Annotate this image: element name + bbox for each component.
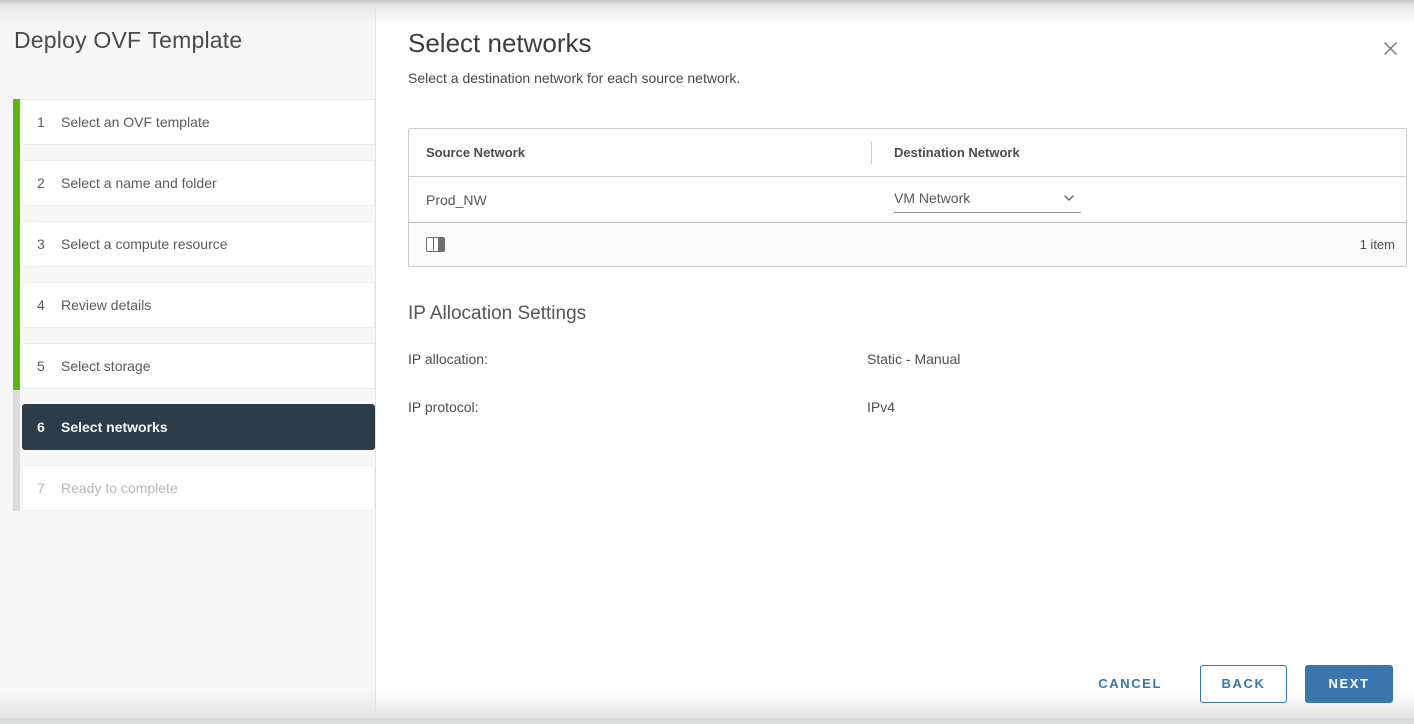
wizard-step-ready-to-complete: 7 Ready to complete (22, 465, 375, 511)
page-subtitle: Select a destination network for each so… (408, 70, 741, 86)
wizard-step-select-compute-resource[interactable]: 3 Select a compute resource (22, 221, 375, 267)
column-divider (871, 141, 872, 164)
columns-icon[interactable] (426, 237, 445, 252)
table-footer: 1 item (409, 222, 1406, 266)
step-number: 5 (37, 358, 45, 374)
page-title: Select networks (408, 28, 592, 58)
step-label: Select storage (61, 358, 151, 374)
progress-rail-remaining (13, 390, 20, 511)
ip-allocation-value: Static - Manual (867, 351, 961, 367)
wizard-step-select-name-folder[interactable]: 2 Select a name and folder (22, 160, 375, 206)
next-button[interactable]: NEXT (1305, 664, 1393, 703)
destination-network-select[interactable]: VM Network (894, 186, 1081, 213)
step-label: Select a name and folder (61, 175, 217, 191)
step-label: Select a compute resource (61, 236, 228, 252)
wizard-step-select-storage[interactable]: 5 Select storage (22, 343, 375, 389)
network-mapping-table: Source Network Destination Network Prod_… (408, 128, 1407, 267)
ip-protocol-value: IPv4 (867, 399, 896, 415)
source-network-cell: Prod_NW (426, 191, 487, 208)
step-number: 3 (37, 236, 45, 252)
wizard-button-bar: CANCEL BACK NEXT (1088, 664, 1393, 703)
destination-network-cell: VM Network (871, 186, 1081, 213)
page-background-strip (0, 718, 1414, 724)
column-header-source-network[interactable]: Source Network (409, 145, 871, 160)
table-row: Prod_NW VM Network (409, 177, 1406, 222)
ip-allocation-label: IP allocation: (408, 351, 488, 367)
step-label: Review details (61, 297, 152, 313)
wizard-step-select-networks[interactable]: 6 Select networks (22, 404, 375, 450)
item-count: 1 item (1359, 237, 1395, 252)
ip-protocol-label: IP protocol: (408, 399, 479, 415)
back-button[interactable]: BACK (1200, 664, 1287, 703)
step-number: 2 (37, 175, 45, 191)
step-number: 7 (37, 480, 45, 496)
cancel-button[interactable]: CANCEL (1088, 676, 1172, 691)
table-header-row: Source Network Destination Network (409, 129, 1406, 177)
wizard-title: Deploy OVF Template (14, 27, 243, 53)
ip-allocation-heading: IP Allocation Settings (408, 303, 587, 324)
column-header-destination-network[interactable]: Destination Network (871, 145, 1020, 160)
step-label: Select networks (61, 419, 168, 435)
wizard-step-review-details[interactable]: 4 Review details (22, 282, 375, 328)
selected-network-value: VM Network (894, 190, 971, 206)
wizard-step-select-ovf-template[interactable]: 1 Select an OVF template (22, 99, 375, 145)
step-number: 6 (37, 419, 45, 435)
step-number: 1 (37, 114, 45, 130)
close-icon[interactable] (1377, 35, 1403, 61)
step-label: Ready to complete (61, 480, 178, 496)
step-label: Select an OVF template (61, 114, 210, 130)
wizard-sidebar: Deploy OVF Template 1 Select an OVF temp… (0, 0, 376, 718)
chevron-down-icon (1064, 195, 1074, 201)
progress-rail-completed (13, 99, 20, 390)
step-number: 4 (37, 297, 45, 313)
